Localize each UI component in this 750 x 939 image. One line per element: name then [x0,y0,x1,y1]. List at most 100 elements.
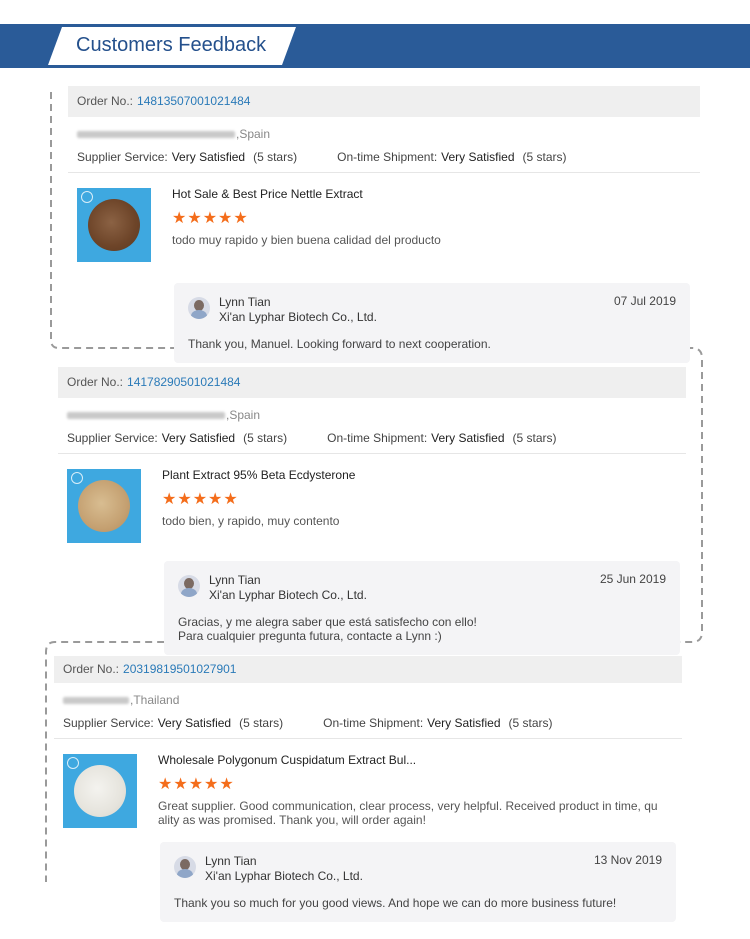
shipment-stars: (5 stars) [522,150,567,164]
order-number-link[interactable]: 14178290501021484 [127,367,240,398]
reply-author: Lynn Tian [209,573,261,587]
review-text-line: Great supplier. Good communication, clea… [158,799,658,813]
supplier-service-label: Supplier Service: [67,431,158,445]
buyer-info: ,Spain [68,126,700,142]
reply-author: Lynn Tian [219,295,271,309]
order-label: Order No.: [77,94,134,108]
reply-date: 13 Nov 2019 [593,853,662,867]
star-rating: ★ ★ ★ ★ ★ [158,777,682,793]
product-title-link[interactable]: Plant Extract 95% Beta Ecdysterone [162,468,686,484]
star-icon: ★ [223,491,238,508]
reply-company: Xi'an Lyphar Biotech Co., Ltd. [205,869,363,883]
product-thumbnail[interactable] [77,188,151,262]
powder-image [88,199,140,251]
shipment-label: On-time Shipment: [337,150,438,164]
review-text: todo muy rapido y bien buena calidad del… [172,233,441,247]
product-thumbnail[interactable] [67,469,141,543]
ratings-row: Supplier Service: Very Satisfied (5 star… [58,429,686,447]
buyer-country: ,Thailand [130,693,180,707]
supplier-service-value: Very Satisfied [161,431,236,445]
star-rating: ★ ★ ★ ★ ★ [162,492,686,508]
shipment-stars: (5 stars) [508,716,553,730]
reply-author: Lynn Tian [205,854,257,868]
product-title-link[interactable]: Hot Sale & Best Price Nettle Extract [172,187,700,203]
seller-reply: Lynn Tian Xi'an Lyphar Biotech Co., Ltd.… [164,561,680,655]
supplier-service-value: Very Satisfied [171,150,246,164]
divider [54,738,682,739]
supplier-service-stars: (5 stars) [253,150,298,164]
shipment-stars: (5 stars) [512,431,557,445]
shipment-value: Very Satisfied [427,716,501,730]
review-card: Order No.: 14178290501021484 ,Spain Supp… [58,367,686,655]
order-label: Order No.: [67,375,124,389]
buyer-name-redacted [67,411,225,419]
seller-reply: Lynn Tian Xi'an Lyphar Biotech Co., Ltd.… [160,842,676,922]
review-text: todo bien, y rapido, muy contento [162,514,340,528]
reply-date: 25 Jun 2019 [599,572,666,586]
product-row: Hot Sale & Best Price Nettle Extract ★ ★ ★… [68,187,700,262]
order-number-link[interactable]: 20319819501027901 [123,656,236,683]
reply-date: 07 Jul 2019 [613,294,676,308]
reply-text-line: Gracias, y me alegra saber que está sati… [178,615,477,629]
buyer-country: ,Spain [236,127,271,141]
star-icon: ★ [204,776,219,793]
shipment-label: On-time Shipment: [323,716,424,730]
product-title-link[interactable]: Wholesale Polygonum Cuspidatum Extract B… [158,753,682,769]
review-card: Order No.: 14813507001021484 ,Spain Supp… [68,86,700,363]
star-icon: ★ [187,210,202,227]
brand-watermark-icon [67,757,79,769]
buyer-name-redacted [63,696,129,704]
supplier-service-label: Supplier Service: [63,716,154,730]
divider [58,453,686,454]
avatar [188,297,210,319]
supplier-service-value: Very Satisfied [157,716,232,730]
brand-watermark-icon [81,191,93,203]
star-icon: ★ [188,776,204,793]
reply-company: Xi'an Lyphar Biotech Co., Ltd. [219,310,377,324]
star-icon: ★ [158,776,173,793]
reply-text: Thank you so much for you good views. An… [174,896,617,910]
star-icon: ★ [208,491,223,508]
shipment-value: Very Satisfied [441,150,515,164]
divider [68,172,700,173]
star-rating: ★ ★ ★ ★ ★ [172,211,700,227]
avatar [178,575,200,597]
supplier-service-stars: (5 stars) [239,716,284,730]
buyer-info: ,Thailand [54,692,682,708]
product-row: Wholesale Polygonum Cuspidatum Extract B… [54,753,682,828]
star-icon: ★ [172,210,187,227]
buyer-name-redacted [77,130,235,138]
order-bar: Order No.: 14178290501021484 [58,367,686,398]
star-icon: ★ [218,210,233,227]
shipment-label: On-time Shipment: [327,431,428,445]
powder-image [74,765,126,817]
star-icon: ★ [192,491,208,508]
order-number-link[interactable]: 14813507001021484 [137,86,250,117]
seller-reply: Lynn Tian Xi'an Lyphar Biotech Co., Ltd.… [174,283,690,363]
avatar [174,856,196,878]
review-card: Order No.: 20319819501027901 ,Thailand S… [54,656,682,922]
order-bar: Order No.: 20319819501027901 [54,656,682,683]
star-icon: ★ [202,210,218,227]
order-label: Order No.: [63,662,120,676]
powder-image [78,480,130,532]
supplier-service-label: Supplier Service: [77,150,168,164]
star-icon: ★ [173,776,188,793]
supplier-service-stars: (5 stars) [243,431,288,445]
reply-text: Gracias, y me alegra saber que está sati… [178,615,666,643]
reply-text-line: Para cualquier pregunta futura, contacte… [178,629,442,643]
ratings-row: Supplier Service: Very Satisfied (5 star… [68,148,700,166]
shipment-value: Very Satisfied [431,431,505,445]
review-text: Great supplier. Good communication, clea… [158,799,682,827]
buyer-info: ,Spain [58,407,686,423]
reply-company: Xi'an Lyphar Biotech Co., Ltd. [209,588,367,602]
brand-watermark-icon [71,472,83,484]
reply-text: Thank you, Manuel. Looking forward to ne… [188,337,491,351]
product-thumbnail[interactable] [63,754,137,828]
order-bar: Order No.: 14813507001021484 [68,86,700,117]
ratings-row: Supplier Service: Very Satisfied (5 star… [54,714,682,732]
star-icon: ★ [162,491,177,508]
star-icon: ★ [177,491,192,508]
star-icon: ★ [233,210,248,227]
buyer-country: ,Spain [226,408,261,422]
